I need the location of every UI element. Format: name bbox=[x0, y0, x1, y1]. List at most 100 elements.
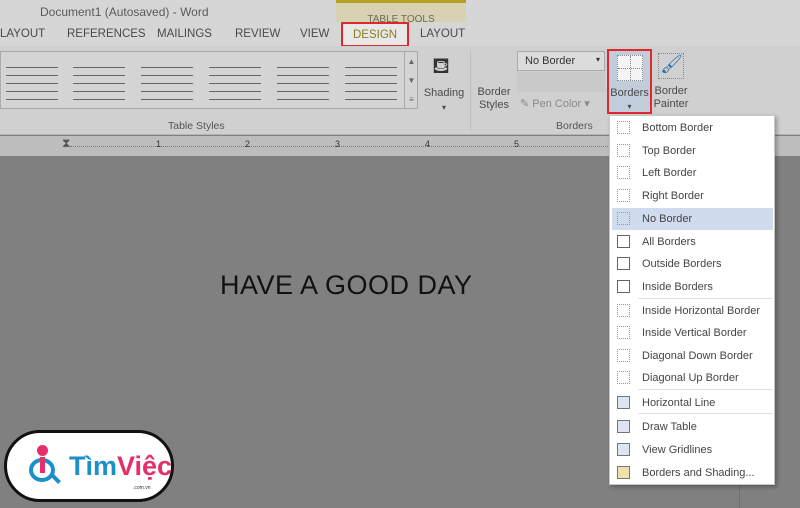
shading-bucket-icon: ⛾ bbox=[432, 53, 450, 78]
tab-layout[interactable]: LAYOUT bbox=[0, 28, 45, 40]
menu-item-borders-and-shading[interactable]: Borders and Shading... bbox=[612, 462, 773, 484]
group-separator bbox=[470, 51, 471, 131]
gallery-down-icon[interactable]: ▼ bbox=[404, 71, 418, 90]
top-border-icon bbox=[617, 144, 630, 157]
ruler-number: 1 bbox=[156, 139, 162, 149]
menu-item-label: Borders and Shading... bbox=[642, 467, 755, 479]
ruler-number: 5 bbox=[514, 139, 520, 149]
table-style-5[interactable] bbox=[277, 62, 329, 100]
diagonal-down-border-icon bbox=[617, 349, 630, 362]
horizontal-line-icon bbox=[617, 396, 630, 409]
menu-item-inside-horizontal-border[interactable]: Inside Horizontal Border bbox=[612, 300, 773, 322]
document-text[interactable]: HAVE A GOOD DAY bbox=[220, 270, 473, 301]
logo-domain: .com.vn bbox=[133, 485, 151, 491]
table-style-3[interactable] bbox=[141, 62, 193, 100]
bottom-border-icon bbox=[617, 121, 630, 134]
tab-references[interactable]: REFERENCES bbox=[67, 28, 146, 40]
menu-item-diagonal-down-border[interactable]: Diagonal Down Border bbox=[612, 345, 773, 367]
table-styles-group-label: Table Styles bbox=[168, 120, 225, 132]
tab-view[interactable]: VIEW bbox=[300, 28, 329, 40]
shading-label: Shading bbox=[423, 87, 465, 99]
tab-design[interactable]: DESIGN bbox=[341, 22, 410, 47]
window-title: Document1 (Autosaved) - Word bbox=[40, 5, 209, 19]
menu-item-label: No Border bbox=[642, 213, 693, 225]
menu-item-label: Diagonal Up Border bbox=[642, 372, 739, 384]
inside-vertical-border-icon bbox=[617, 326, 630, 339]
line-weight-select[interactable] bbox=[517, 72, 605, 92]
table-style-6[interactable] bbox=[345, 62, 397, 100]
border-painter-button[interactable]: 🖌 Border Painter bbox=[652, 51, 690, 113]
person-search-icon bbox=[27, 445, 61, 487]
menu-item-label: Bottom Border bbox=[642, 122, 713, 134]
borders-shading-icon bbox=[617, 466, 630, 479]
gallery-up-icon[interactable]: ▲ bbox=[404, 52, 418, 71]
borders-grid-icon bbox=[617, 55, 643, 81]
diagonal-up-border-icon bbox=[617, 371, 630, 384]
border-painter-icon: 🖌 bbox=[658, 53, 684, 79]
all-borders-icon bbox=[617, 235, 630, 248]
indent-marker-icon[interactable]: ⧗ bbox=[62, 136, 70, 151]
menu-item-label: Right Border bbox=[642, 190, 704, 202]
table-style-2[interactable] bbox=[73, 62, 125, 100]
menu-item-draw-table[interactable]: Draw Table bbox=[612, 416, 773, 438]
table-style-4[interactable] bbox=[209, 62, 261, 100]
menu-separator bbox=[638, 413, 773, 414]
chevron-down-icon: ▾ bbox=[595, 55, 600, 64]
shading-dropdown-icon: ▾ bbox=[441, 103, 446, 112]
menu-item-horizontal-line[interactable]: Horizontal Line bbox=[612, 392, 773, 414]
menu-item-label: Outside Borders bbox=[642, 258, 722, 270]
border-style-value: No Border bbox=[525, 55, 576, 67]
table-styles-gallery: ▲ ▼ ≡ bbox=[0, 51, 418, 109]
menu-item-inside-borders[interactable]: Inside Borders bbox=[612, 276, 773, 298]
menu-item-inside-vertical-border[interactable]: Inside Vertical Border bbox=[612, 322, 773, 344]
menu-item-label: Horizontal Line bbox=[642, 397, 716, 409]
border-style-select[interactable]: No Border ▾ bbox=[517, 51, 605, 71]
menu-item-label: View Gridlines bbox=[642, 444, 713, 456]
timviec-logo: TìmViệc .com.vn bbox=[4, 430, 174, 502]
menu-item-outside-borders[interactable]: Outside Borders bbox=[612, 253, 773, 275]
ribbon-tabs: LAYOUT REFERENCES MAILINGS REVIEW VIEW D… bbox=[0, 22, 800, 47]
menu-item-right-border[interactable]: Right Border bbox=[612, 185, 773, 207]
menu-item-label: Inside Horizontal Border bbox=[642, 305, 761, 317]
borders-group-label: Borders bbox=[556, 120, 593, 132]
border-styles-button[interactable]: Border Styles bbox=[474, 86, 514, 112]
menu-item-label: Draw Table bbox=[642, 421, 697, 433]
menu-item-label: All Borders bbox=[642, 236, 696, 248]
menu-item-top-border[interactable]: Top Border bbox=[612, 140, 773, 162]
gallery-more-icon[interactable]: ≡ bbox=[404, 90, 418, 109]
tab-table-layout[interactable]: LAYOUT bbox=[420, 28, 465, 40]
outside-borders-icon bbox=[617, 257, 630, 270]
view-gridlines-icon bbox=[617, 443, 630, 456]
no-border-icon bbox=[617, 212, 630, 225]
tab-mailings[interactable]: MAILINGS bbox=[157, 28, 212, 40]
borders-dropdown-menu: Bottom Border Top Border Left Border Right … bbox=[609, 115, 775, 485]
inside-horizontal-border-icon bbox=[617, 304, 630, 317]
menu-item-label: Diagonal Down Border bbox=[642, 350, 753, 362]
table-style-1[interactable] bbox=[6, 62, 58, 100]
menu-item-label: Inside Borders bbox=[642, 281, 713, 293]
menu-item-left-border[interactable]: Left Border bbox=[612, 162, 773, 184]
menu-item-label: Left Border bbox=[642, 167, 697, 179]
menu-item-bottom-border[interactable]: Bottom Border bbox=[612, 117, 773, 139]
borders-button[interactable]: Borders ▾ bbox=[607, 49, 652, 114]
menu-item-view-gridlines[interactable]: View Gridlines bbox=[612, 439, 773, 461]
pen-color-label: Pen Color bbox=[532, 98, 582, 110]
draw-table-icon bbox=[617, 420, 630, 433]
ruler-number: 3 bbox=[335, 139, 341, 149]
shading-button[interactable]: ⛾ Shading ▾ bbox=[420, 51, 468, 113]
ruler-number: 4 bbox=[425, 139, 431, 149]
right-border-icon bbox=[617, 189, 630, 202]
tab-review[interactable]: REVIEW bbox=[235, 28, 280, 40]
borders-label: Borders bbox=[610, 87, 649, 99]
inside-borders-icon bbox=[617, 280, 630, 293]
menu-item-diagonal-up-border[interactable]: Diagonal Up Border bbox=[612, 367, 773, 389]
menu-item-no-border[interactable]: No Border bbox=[612, 208, 773, 230]
logo-wordmark: TìmViệc bbox=[69, 451, 173, 481]
ruler-number: 2 bbox=[245, 139, 251, 149]
menu-item-all-borders[interactable]: All Borders bbox=[612, 231, 773, 253]
menu-separator bbox=[638, 389, 773, 390]
menu-item-label: Top Border bbox=[642, 145, 696, 157]
borders-dropdown-icon: ▾ bbox=[627, 102, 632, 111]
pen-color-button[interactable]: ✎ Pen Color ▾ bbox=[520, 98, 590, 111]
border-painter-label: Border Painter bbox=[653, 85, 689, 110]
